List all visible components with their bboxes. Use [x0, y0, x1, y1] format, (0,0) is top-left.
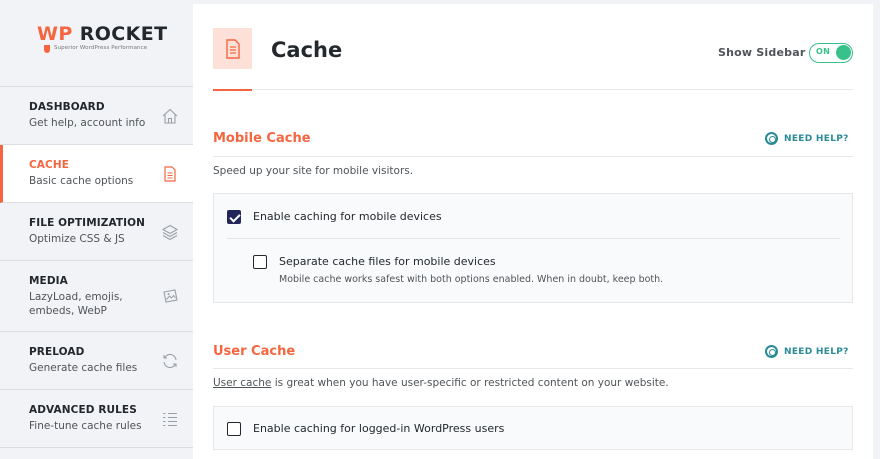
sidebar: WP ROCKET Superior WordPress Performance… [0, 0, 193, 459]
home-icon [162, 108, 178, 124]
nav-item-advanced-rules[interactable]: ADVANCED RULES Fine-tune cache rules [0, 390, 193, 448]
cache-file-icon [164, 165, 176, 182]
page-header: Cache Show Sidebar ON [213, 28, 853, 91]
nav-item-media[interactable]: MEDIA LazyLoad, emojis, embeds, WebP [0, 261, 193, 332]
mobile-cache-description: Speed up your site for mobile visitors. [213, 165, 414, 177]
section-divider [213, 368, 853, 369]
separate-mobile-cache-checkbox[interactable] [253, 255, 267, 269]
show-sidebar-label: Show Sidebar [718, 46, 806, 59]
enable-mobile-cache-label[interactable]: Enable caching for mobile devices [253, 210, 442, 223]
logo-rocket: ROCKET [79, 23, 168, 45]
mobile-cache-need-help-link[interactable]: NEED HELP? [765, 132, 849, 145]
need-help-label: NEED HELP? [784, 133, 849, 144]
main-content: Cache Show Sidebar ON Mobile Cache NEED … [193, 4, 873, 459]
nav-item-dashboard[interactable]: DASHBOARD Get help, account info [0, 88, 193, 145]
rocket-flame-icon [44, 45, 50, 53]
cache-header-icon [213, 28, 252, 69]
description-text: is great when you have user-specific or … [271, 377, 669, 389]
user-cache-title: User Cache [213, 344, 296, 359]
option-divider [227, 238, 840, 239]
header-underline [213, 89, 252, 91]
logo-tagline: Superior WordPress Performance [54, 45, 148, 51]
list-icon [163, 412, 177, 426]
note-text: works safest with both options enabled. … [341, 274, 664, 285]
images-icon [163, 289, 178, 303]
section-divider [213, 156, 853, 157]
user-cache-doc-link[interactable]: User cache [213, 377, 271, 389]
separate-mobile-cache-label[interactable]: Separate cache files for mobile devices [279, 255, 496, 268]
user-cache-need-help-link[interactable]: NEED HELP? [765, 345, 849, 358]
help-lifebuoy-icon [765, 132, 778, 145]
mobile-cache-options: Enable caching for mobile devices Separa… [213, 193, 853, 303]
toggle-knob [836, 45, 851, 60]
logged-in-cache-label[interactable]: Enable caching for logged-in WordPress u… [253, 422, 504, 435]
toggle-state-text: ON [816, 47, 831, 56]
user-cache-description: User cache is great when you have user-s… [213, 377, 669, 389]
page-title: Cache [271, 38, 343, 62]
user-cache-options: Enable caching for logged-in WordPress u… [213, 406, 853, 450]
logged-in-cache-checkbox[interactable] [227, 422, 241, 436]
nav-item-cache[interactable]: CACHE Basic cache options [0, 145, 193, 203]
help-lifebuoy-icon [765, 345, 778, 358]
wp-rocket-logo[interactable]: WP ROCKET Superior WordPress Performance [0, 0, 193, 87]
nav-item-file-optimization[interactable]: FILE OPTIMIZATION Optimize CSS & JS [0, 203, 193, 261]
mobile-cache-title: Mobile Cache [213, 131, 311, 146]
logo-text: WP ROCKET [37, 22, 193, 46]
show-sidebar-toggle[interactable]: ON [809, 43, 853, 63]
logo-wp: WP [37, 23, 73, 45]
enable-mobile-cache-checkbox[interactable] [227, 210, 241, 224]
nav-item-preload[interactable]: PRELOAD Generate cache files [0, 332, 193, 390]
mobile-cache-doc-link[interactable]: Mobile cache [279, 274, 341, 285]
layers-icon [161, 224, 179, 240]
nav-item-subtitle: LazyLoad, emojis, embeds, WebP [29, 291, 123, 317]
separate-mobile-cache-note: Mobile cache works safest with both opti… [279, 274, 663, 285]
refresh-icon [163, 353, 177, 368]
need-help-label: NEED HELP? [784, 346, 849, 357]
nav-item-title: MEDIA [29, 275, 68, 287]
